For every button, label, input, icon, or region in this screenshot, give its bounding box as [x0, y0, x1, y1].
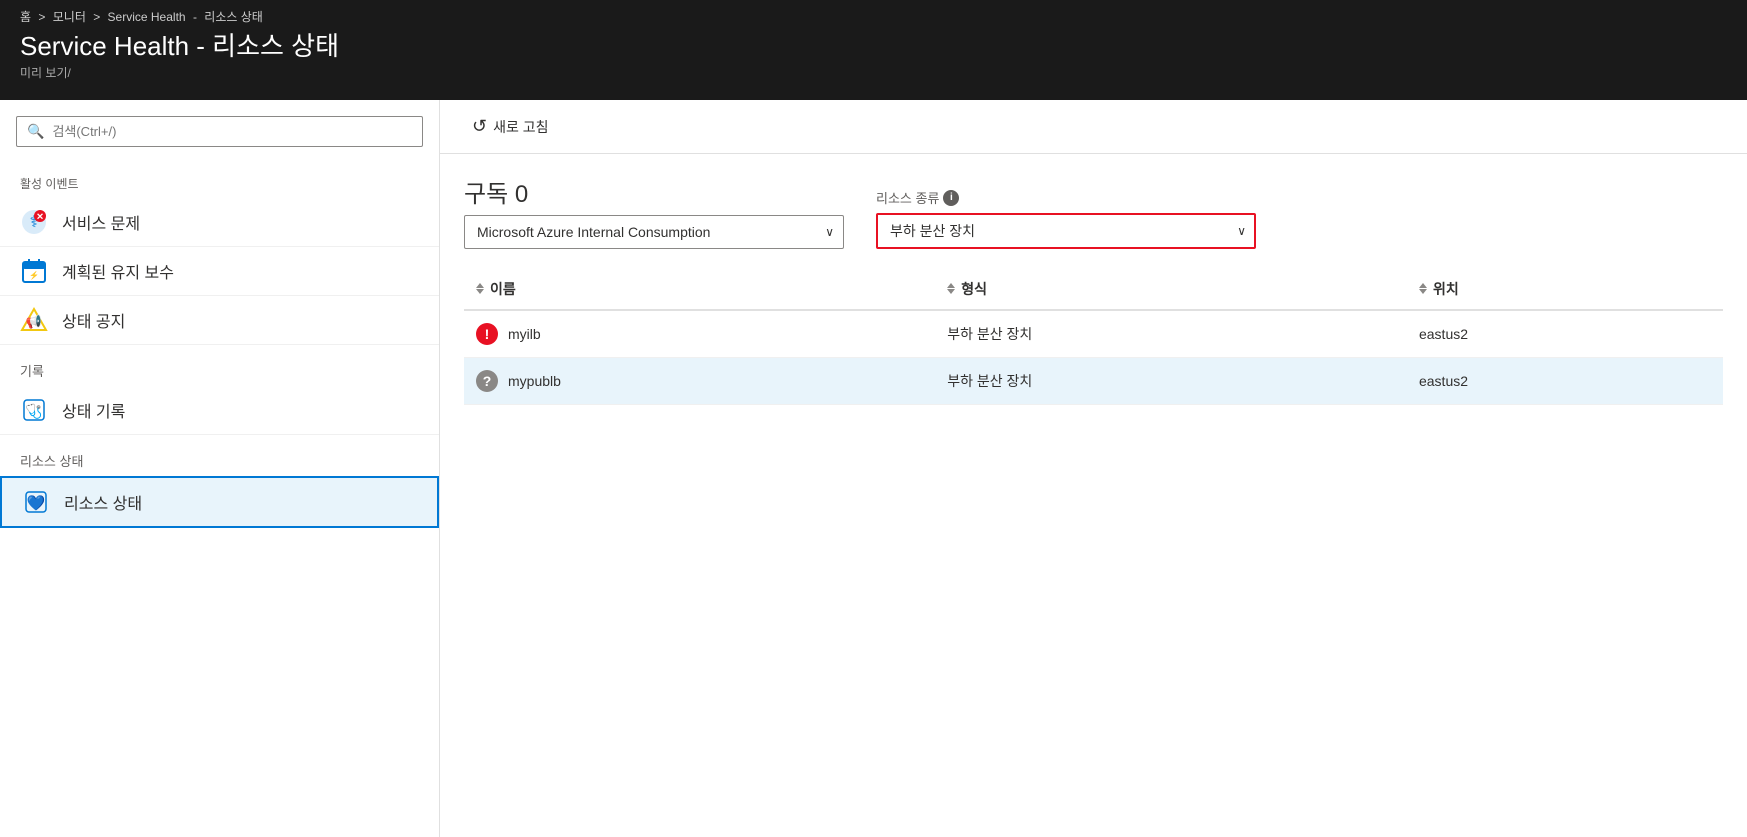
- type-sort-icon[interactable]: [947, 283, 955, 294]
- main-layout: 🔍 활성 이벤트 ⚕ ✕ 서비스 문제: [0, 100, 1747, 837]
- subscription-dropdown[interactable]: Microsoft Azure Internal Consumption: [464, 215, 844, 249]
- filters-row: 구독 0 Microsoft Azure Internal Consumptio…: [440, 154, 1747, 265]
- sidebar-item-health-history-label: 상태 기록: [62, 398, 125, 422]
- svg-text:💙: 💙: [27, 494, 46, 512]
- resource-type-info-icon: i: [943, 190, 959, 206]
- table-row[interactable]: ? mypublb 부하 분산 장치 eastus2: [464, 357, 1723, 404]
- sidebar: 🔍 활성 이벤트 ⚕ ✕ 서비스 문제: [0, 100, 440, 837]
- breadcrumb-home[interactable]: 홈: [20, 10, 31, 24]
- section-label-resource-health: 리소스 상태: [0, 435, 439, 476]
- sidebar-item-health-notice-label: 상태 공지: [62, 308, 125, 332]
- search-icon: 🔍: [27, 123, 44, 140]
- search-box[interactable]: 🔍: [16, 116, 423, 147]
- page-subtitle: 미리 보기/: [20, 64, 1727, 81]
- status-icon-row1: !: [476, 323, 498, 345]
- sidebar-item-planned-maintenance-label: 계획된 유지 보수: [62, 259, 174, 283]
- location-sort-icon[interactable]: [1419, 283, 1427, 294]
- sidebar-item-planned-maintenance[interactable]: ⚡ 계획된 유지 보수: [0, 247, 439, 296]
- cell-location-row1: eastus2: [1407, 310, 1723, 358]
- resource-type-filter-group: 리소스 종류 i 부하 분산 장치 ∨: [876, 188, 1256, 249]
- subscription-count: 구독 0: [464, 174, 528, 209]
- resource-type-label-text: 리소스 종류: [876, 188, 939, 207]
- svg-text:📢: 📢: [26, 314, 42, 330]
- cell-location-row2: eastus2: [1407, 357, 1723, 404]
- sidebar-item-service-issue[interactable]: ⚕ ✕ 서비스 문제: [0, 198, 439, 247]
- resource-health-icon: 💙: [22, 488, 50, 516]
- refresh-label: 새로 고침: [493, 117, 548, 137]
- cell-name-row1: ! myilb: [464, 310, 935, 358]
- planned-maintenance-icon: ⚡: [20, 257, 48, 285]
- sidebar-item-health-history[interactable]: 🩺 상태 기록: [0, 386, 439, 435]
- resource-type-filter-label: 리소스 종류 i: [876, 188, 1256, 207]
- breadcrumb-resource-health: 리소스 상태: [204, 10, 263, 24]
- resource-table: 이름 형식: [464, 265, 1723, 405]
- sidebar-item-resource-health[interactable]: 💙 리소스 상태: [0, 476, 439, 528]
- section-label-history: 기록: [0, 345, 439, 386]
- status-icon-row2: ?: [476, 370, 498, 392]
- subscription-filter-group: 구독 0 Microsoft Azure Internal Consumptio…: [464, 174, 844, 249]
- top-bar: 홈 > 모니터 > Service Health - 리소스 상태 Servic…: [0, 0, 1747, 100]
- subscription-dropdown-wrapper: Microsoft Azure Internal Consumption ∨: [464, 215, 844, 249]
- cell-type-row2: 부하 분산 장치: [935, 357, 1407, 404]
- subscription-filter-label: 구독 0: [464, 174, 844, 209]
- breadcrumb-service-health[interactable]: Service Health: [108, 10, 186, 24]
- refresh-button[interactable]: ↺ 새로 고침: [464, 110, 557, 143]
- content-area: ↺ 새로 고침 구독 0 Microsoft Azure Internal Co…: [440, 100, 1747, 837]
- row-name-row1[interactable]: myilb: [508, 326, 541, 342]
- cell-name-row2: ? mypublb: [464, 357, 935, 404]
- sidebar-item-resource-health-label: 리소스 상태: [64, 490, 142, 514]
- svg-text:🩺: 🩺: [25, 403, 42, 420]
- table-header-row: 이름 형식: [464, 265, 1723, 310]
- toolbar: ↺ 새로 고침: [440, 100, 1747, 154]
- sidebar-item-health-notice[interactable]: 📢 상태 공지: [0, 296, 439, 345]
- cell-type-row1: 부하 분산 장치: [935, 310, 1407, 358]
- health-notice-icon: 📢: [20, 306, 48, 334]
- col-header-location[interactable]: 위치: [1407, 265, 1723, 310]
- breadcrumb-monitor[interactable]: 모니터: [53, 10, 86, 24]
- table-row[interactable]: ! myilb 부하 분산 장치 eastus2: [464, 310, 1723, 358]
- col-header-type[interactable]: 형식: [935, 265, 1407, 310]
- sidebar-item-service-issue-label: 서비스 문제: [62, 210, 140, 234]
- col-location-label: 위치: [1433, 279, 1459, 299]
- table-container: 이름 형식: [440, 265, 1747, 405]
- health-history-icon: 🩺: [20, 396, 48, 424]
- svg-text:⚡: ⚡: [29, 270, 39, 280]
- name-sort-icon[interactable]: [476, 283, 484, 294]
- section-label-active-events: 활성 이벤트: [0, 167, 439, 198]
- page-title: Service Health - 리소스 상태: [20, 31, 1727, 62]
- col-name-label: 이름: [490, 279, 516, 299]
- col-type-label: 형식: [961, 279, 987, 299]
- breadcrumb: 홈 > 모니터 > Service Health - 리소스 상태: [20, 8, 1727, 25]
- svg-text:✕: ✕: [36, 212, 44, 222]
- resource-type-dropdown-wrapper: 부하 분산 장치 ∨: [876, 213, 1256, 249]
- col-header-name[interactable]: 이름: [464, 265, 935, 310]
- resource-type-dropdown[interactable]: 부하 분산 장치: [876, 213, 1256, 249]
- search-input[interactable]: [52, 124, 412, 139]
- service-issue-icon: ⚕ ✕: [20, 208, 48, 236]
- refresh-icon: ↺: [472, 116, 487, 137]
- row-name-row2[interactable]: mypublb: [508, 373, 561, 389]
